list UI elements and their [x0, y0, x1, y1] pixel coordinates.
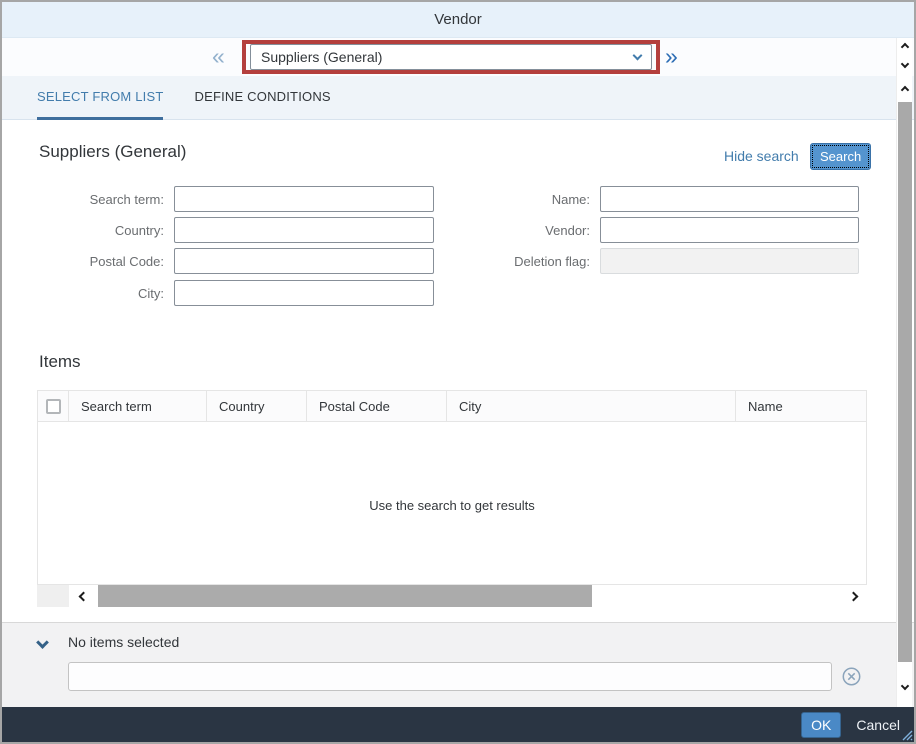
search-term-label: Search term:: [22, 192, 164, 207]
form-row: City:: [2, 280, 916, 306]
vendor-label: Vendor:: [432, 223, 590, 238]
search-button[interactable]: Search: [810, 143, 871, 170]
city-label: City:: [22, 286, 164, 301]
name-label: Name:: [432, 192, 590, 207]
tab-select-from-list[interactable]: SELECT FROM LIST: [37, 76, 163, 120]
main-content: Suppliers (General) Hide search Search S…: [2, 120, 914, 622]
deletion-flag-input: [600, 248, 859, 274]
selection-status-text: No items selected: [68, 634, 179, 650]
scroll-right-icon[interactable]: [839, 585, 867, 607]
chevron-down-icon: [633, 50, 643, 60]
no-data-message: Use the search to get results: [38, 498, 866, 513]
form-row: Postal Code: Deletion flag:: [2, 248, 916, 274]
selection-panel: No items selected: [2, 622, 914, 707]
selected-tokens-input[interactable]: [68, 662, 832, 691]
form-row: Search term: Name:: [2, 186, 916, 212]
dialog-footer: OK Cancel: [2, 707, 914, 742]
collapse-panel-chevron-icon[interactable]: [36, 636, 49, 649]
search-section-title: Suppliers (General): [39, 142, 186, 162]
previous-collection-icon[interactable]: «: [212, 43, 225, 70]
country-input[interactable]: [174, 217, 434, 243]
name-input[interactable]: [600, 186, 859, 212]
scroll-left-icon[interactable]: [69, 585, 97, 607]
hide-search-link[interactable]: Hide search: [724, 148, 799, 164]
resize-grip-icon[interactable]: [900, 728, 913, 741]
column-header-city[interactable]: City: [447, 391, 736, 421]
column-header-postal-code[interactable]: Postal Code: [307, 391, 447, 421]
items-table: Search term Country Postal Code City Nam…: [37, 390, 867, 607]
form-row: Country: Vendor:: [2, 217, 916, 243]
inner-scroll-up-icon[interactable]: [897, 40, 913, 54]
postal-code-label: Postal Code:: [22, 254, 164, 269]
column-header-country[interactable]: Country: [207, 391, 307, 421]
clear-selection-icon[interactable]: [842, 667, 861, 686]
collection-nav-row: « Suppliers (General) »: [2, 38, 914, 76]
vendor-value-help-dialog: Vendor « Suppliers (General) » SELECT FR…: [0, 0, 916, 744]
horizontal-scroll-thumb[interactable]: [98, 585, 592, 607]
city-input[interactable]: [174, 280, 434, 306]
tab-define-conditions[interactable]: DEFINE CONDITIONS: [194, 76, 330, 120]
vertical-scrollbar: [896, 38, 912, 707]
country-label: Country:: [22, 223, 164, 238]
select-all-cell: [38, 391, 69, 421]
select-all-checkbox[interactable]: [46, 399, 61, 414]
collection-select-value: Suppliers (General): [261, 49, 634, 65]
dialog-title: Vendor: [434, 11, 482, 28]
column-header-name[interactable]: Name: [736, 391, 866, 421]
scroll-up-icon[interactable]: [897, 83, 913, 97]
postal-code-input[interactable]: [174, 248, 434, 274]
annotation-highlight-box: Suppliers (General): [242, 40, 660, 74]
column-header-search-term[interactable]: Search term: [69, 391, 207, 421]
collection-select-combobox[interactable]: Suppliers (General): [250, 44, 652, 70]
dialog-header: Vendor: [2, 2, 914, 38]
deletion-flag-label: Deletion flag:: [432, 254, 590, 269]
items-section-title: Items: [39, 352, 81, 372]
next-collection-icon[interactable]: »: [665, 43, 678, 70]
scrollbar-corner: [37, 585, 69, 607]
items-table-body: Use the search to get results: [37, 422, 867, 585]
vendor-input[interactable]: [600, 217, 859, 243]
horizontal-scroll-track[interactable]: [97, 585, 839, 607]
tab-strip: SELECT FROM LIST DEFINE CONDITIONS: [2, 76, 914, 120]
scroll-down-icon[interactable]: [897, 679, 913, 693]
search-term-input[interactable]: [174, 186, 434, 212]
items-table-header: Search term Country Postal Code City Nam…: [37, 390, 867, 422]
horizontal-scrollbar: [37, 585, 867, 607]
ok-button[interactable]: OK: [801, 712, 841, 738]
vertical-scroll-thumb[interactable]: [898, 102, 912, 662]
inner-scroll-down-icon[interactable]: [897, 57, 913, 71]
cancel-button[interactable]: Cancel: [856, 717, 900, 733]
